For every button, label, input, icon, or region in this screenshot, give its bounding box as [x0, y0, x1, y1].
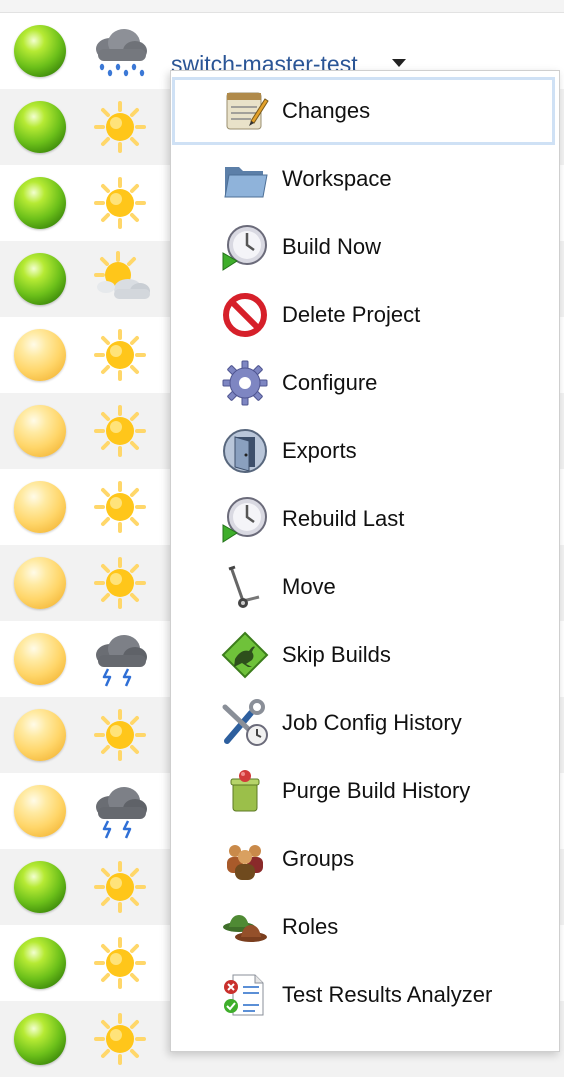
menu-item-job-config-history[interactable]: Job Config History — [171, 685, 559, 753]
sunny-icon — [94, 557, 146, 609]
status-ball-yellow-icon — [14, 405, 66, 457]
storm-cloud-icon — [96, 635, 147, 687]
menu-item-label: Move — [282, 574, 336, 599]
menu-item-label: Skip Builds — [282, 642, 391, 667]
sunny-icon — [94, 177, 146, 229]
sunny-icon — [94, 1013, 146, 1065]
menu-item-label: Changes — [282, 98, 371, 123]
status-ball-yellow-icon — [14, 709, 66, 761]
sunny-icon — [94, 709, 146, 761]
gear-icon — [222, 360, 268, 406]
menu-item-configure[interactable]: Configure — [171, 345, 559, 413]
partly-cloudy-icon — [94, 251, 150, 299]
menu-item-rebuild-last[interactable]: Rebuild Last — [171, 481, 559, 549]
status-ball-green-icon — [14, 101, 66, 153]
notepad-icon — [226, 92, 269, 130]
sunny-icon — [94, 861, 146, 913]
status-ball-green-icon — [14, 1013, 66, 1065]
menu-item-label: Purge Build History — [282, 778, 471, 803]
menu-item-label: Configure — [282, 370, 378, 395]
status-ball-green-icon — [14, 937, 66, 989]
clock-play-icon — [222, 497, 267, 543]
sunny-icon — [94, 481, 146, 533]
header-strip — [0, 0, 564, 13]
hand-truck-icon — [228, 565, 260, 608]
menu-item-changes[interactable]: Changes — [171, 73, 559, 145]
menu-item-move[interactable]: Move — [171, 549, 559, 617]
status-ball-green-icon — [14, 25, 66, 77]
status-ball-yellow-icon — [14, 785, 66, 837]
test-report-icon — [224, 974, 264, 1016]
status-ball-yellow-icon — [14, 557, 66, 609]
status-ball-green-icon — [14, 177, 66, 229]
sunny-icon — [94, 101, 146, 153]
menu-item-label: Delete Project — [282, 302, 421, 327]
status-ball-green-icon — [14, 861, 66, 913]
sunny-icon — [94, 405, 146, 457]
menu-item-exports[interactable]: Exports — [171, 413, 559, 481]
menu-item-label: Rebuild Last — [282, 506, 405, 531]
menu-item-label: Exports — [282, 438, 357, 463]
rain-cloud-icon — [96, 29, 147, 77]
menu-item-skip-builds[interactable]: Skip Builds — [171, 617, 559, 685]
status-ball-yellow-icon — [14, 633, 66, 685]
status-ball-green-icon — [14, 253, 66, 305]
menu-item-label: Workspace — [282, 166, 392, 191]
kangaroo-sign-icon — [221, 631, 269, 679]
menu-item-label: Test Results Analyzer — [282, 982, 493, 1007]
menu-item-label: Roles — [282, 914, 339, 939]
menu-item-label: Build Now — [282, 234, 382, 259]
hats-icon — [223, 915, 267, 942]
menu-item-build-now[interactable]: Build Now — [171, 209, 559, 277]
clock-play-icon — [222, 225, 267, 271]
status-ball-yellow-icon — [14, 329, 66, 381]
menu-item-label: Job Config History — [282, 710, 462, 735]
menu-item-delete-project[interactable]: Delete Project — [171, 277, 559, 345]
status-ball-yellow-icon — [14, 481, 66, 533]
people-group-icon — [227, 845, 263, 880]
sunny-icon — [94, 329, 146, 381]
menu-item-workspace[interactable]: Workspace — [171, 141, 559, 209]
chevron-down-icon[interactable] — [392, 59, 406, 67]
job-context-menu: Changes Workspace Build Now Delete Proje… — [170, 70, 560, 1052]
no-entry-icon — [223, 293, 267, 337]
menu-item-roles[interactable]: Roles — [171, 889, 559, 957]
door-icon — [223, 429, 267, 473]
menu-item-purge-build-history[interactable]: Purge Build History — [171, 753, 559, 821]
menu-item-label: Groups — [282, 846, 355, 871]
wrench-clock-icon — [222, 699, 268, 746]
storm-cloud-icon — [96, 787, 147, 839]
folder-icon — [224, 167, 268, 198]
sunny-icon — [94, 937, 146, 989]
trash-can-icon — [230, 770, 260, 812]
menu-item-test-results-analyzer[interactable]: Test Results Analyzer — [171, 957, 559, 1025]
menu-item-groups[interactable]: Groups — [171, 821, 559, 889]
